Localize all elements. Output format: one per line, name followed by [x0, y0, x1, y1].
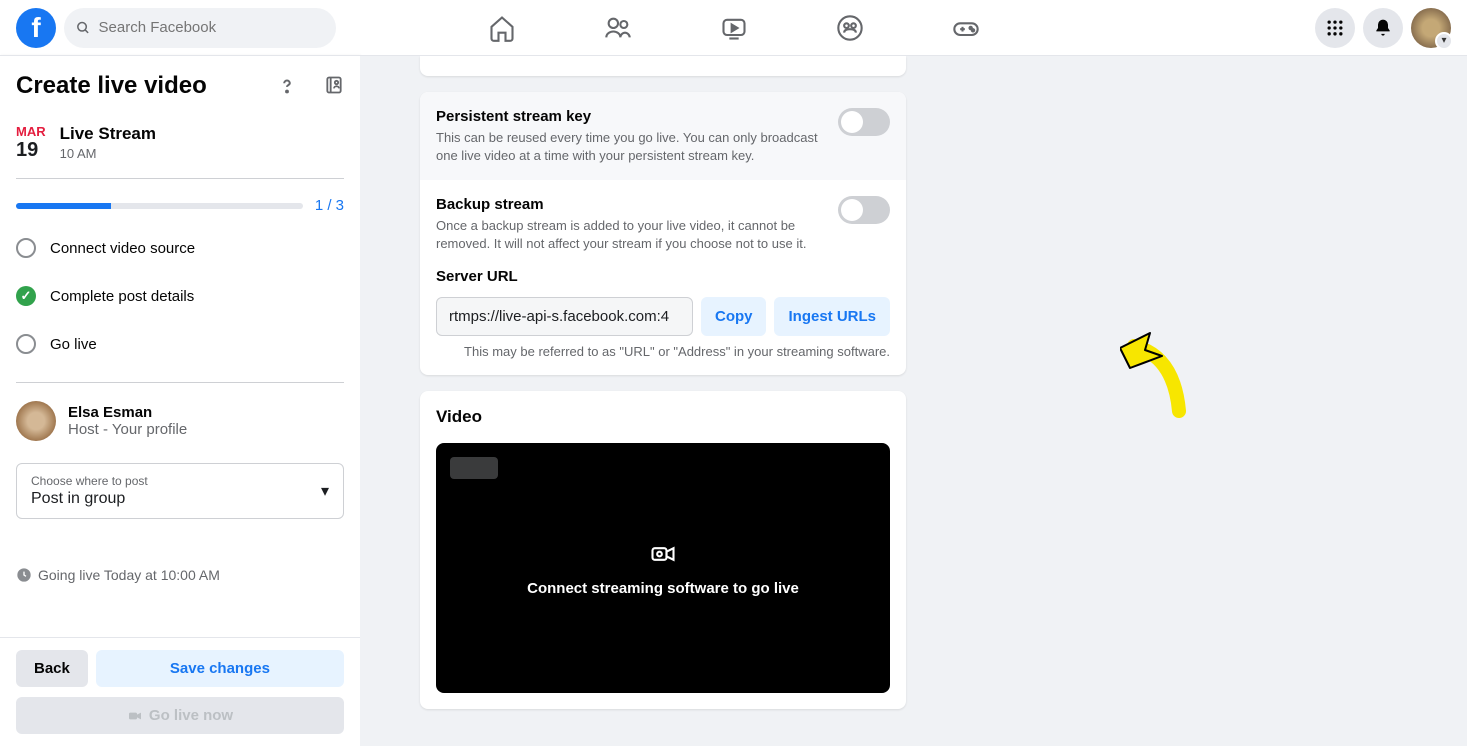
search-input[interactable]	[99, 19, 324, 36]
caret-down-icon: ▾	[321, 481, 329, 501]
radio-unchecked-icon	[16, 238, 36, 258]
search-icon	[76, 20, 91, 36]
host-name: Elsa Esman	[68, 404, 187, 421]
main-content: Persistent stream key This can be reused…	[360, 56, 1467, 746]
video-preview: Connect streaming software to go live	[436, 443, 890, 693]
help-icon[interactable]	[276, 75, 298, 97]
stream-time: 10 AM	[60, 146, 156, 161]
stream-title: Live Stream	[60, 124, 156, 144]
camera-icon	[649, 540, 677, 568]
going-live-time: Going live Today at 10:00 AM	[16, 567, 344, 583]
top-navigation-bar: f	[0, 0, 1467, 56]
copy-button[interactable]: Copy	[701, 297, 767, 336]
ingest-urls-button[interactable]: Ingest URLs	[774, 297, 890, 336]
page-title: Create live video	[16, 72, 207, 100]
step-complete-details[interactable]: Complete post details	[16, 286, 344, 306]
left-sidebar: Create live video MAR 19 Live Stream 10 …	[0, 56, 360, 746]
stream-settings-card: Persistent stream key This can be reused…	[420, 92, 906, 375]
go-live-now-button[interactable]: Go live now	[16, 697, 344, 734]
watch-icon[interactable]	[720, 14, 748, 42]
search-container[interactable]	[64, 8, 336, 48]
sidebar-footer: Back Save changes Go live now	[0, 637, 360, 746]
video-preview-card: Video Connect streaming software to go l…	[420, 391, 906, 709]
host-avatar	[16, 401, 56, 441]
date-month: MAR	[16, 124, 46, 139]
divider	[16, 382, 344, 383]
server-url-hint: This may be referred to as "URL" or "Add…	[436, 344, 890, 359]
backup-stream-toggle[interactable]	[838, 196, 890, 224]
back-button[interactable]: Back	[16, 650, 88, 687]
guide-icon[interactable]	[324, 75, 344, 95]
save-changes-button[interactable]: Save changes	[96, 650, 344, 687]
menu-grid-icon	[1325, 18, 1345, 38]
post-select-value: Post in group	[31, 490, 148, 508]
progress-text: 1 / 3	[315, 197, 344, 214]
groups-icon[interactable]	[836, 14, 864, 42]
account-avatar[interactable]	[1411, 8, 1451, 48]
checkmark-icon	[16, 286, 36, 306]
video-icon	[127, 708, 143, 724]
step-connect-source[interactable]: Connect video source	[16, 238, 344, 258]
divider	[16, 178, 344, 179]
radio-unchecked-icon	[16, 334, 36, 354]
persistent-stream-key-row: Persistent stream key This can be reused…	[420, 92, 906, 180]
notifications-button[interactable]	[1363, 8, 1403, 48]
schedule-date: MAR 19 Live Stream 10 AM	[16, 124, 344, 162]
gaming-icon[interactable]	[952, 14, 980, 42]
backup-stream-row: Backup stream Once a backup stream is ad…	[420, 180, 906, 268]
home-icon[interactable]	[488, 14, 516, 42]
video-preview-message: Connect streaming software to go live	[527, 580, 799, 597]
menu-button[interactable]	[1315, 8, 1355, 48]
server-url-label: Server URL	[436, 268, 890, 285]
backup-stream-title: Backup stream	[436, 196, 826, 213]
post-destination-select[interactable]: Choose where to post Post in group ▾	[16, 463, 344, 519]
annotation-arrow-icon	[1120, 328, 1210, 428]
persistent-key-description: This can be reused every time you go liv…	[436, 129, 826, 164]
post-select-label: Choose where to post	[31, 474, 148, 488]
card-fragment	[420, 56, 906, 76]
server-url-input[interactable]	[436, 297, 693, 336]
persistent-key-title: Persistent stream key	[436, 108, 826, 125]
server-url-section: Server URL Copy Ingest URLs This may be …	[420, 268, 906, 375]
backup-stream-description: Once a backup stream is added to your li…	[436, 217, 826, 252]
facebook-logo[interactable]: f	[16, 8, 56, 48]
video-section-title: Video	[436, 407, 890, 427]
friends-icon[interactable]	[604, 14, 632, 42]
date-day: 19	[16, 139, 46, 162]
topbar-right-controls	[1315, 8, 1451, 48]
persistent-key-toggle[interactable]	[838, 108, 890, 136]
live-badge	[450, 457, 498, 479]
bell-icon	[1373, 18, 1393, 38]
center-nav-tabs	[488, 14, 980, 42]
host-info: Elsa Esman Host - Your profile	[16, 401, 344, 441]
setup-steps: Connect video source Complete post detai…	[16, 238, 344, 354]
host-subtitle: Host - Your profile	[68, 421, 187, 438]
clock-icon	[16, 567, 32, 583]
progress-indicator: 1 / 3	[16, 197, 344, 214]
step-go-live[interactable]: Go live	[16, 334, 344, 354]
